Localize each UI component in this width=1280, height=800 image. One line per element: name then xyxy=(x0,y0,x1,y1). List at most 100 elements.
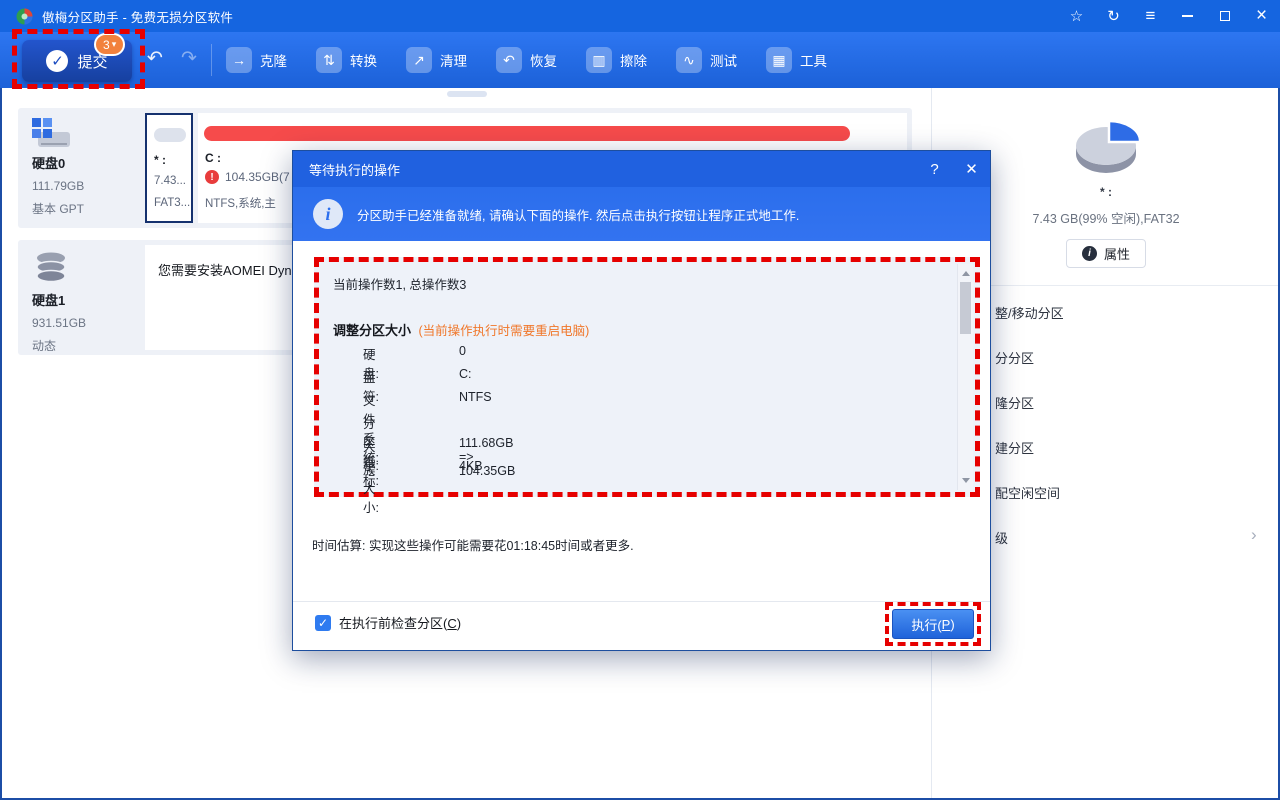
properties-button[interactable]: i 属性 xyxy=(1066,239,1146,268)
disk1-type: 动态 xyxy=(32,337,86,354)
menu-item-create-partition[interactable]: 建分区 xyxy=(995,438,1034,457)
menu-item-split-partition[interactable]: 分分区 xyxy=(995,348,1034,367)
scrollbar-thumb[interactable] xyxy=(960,282,971,334)
disk1-icon xyxy=(32,250,72,286)
menu-item-allocate-free-space[interactable]: 配空闲空间 xyxy=(995,483,1060,502)
partition-label: C : xyxy=(205,151,221,165)
close-button[interactable]: × xyxy=(1243,0,1280,32)
toolbar-label: 克隆 xyxy=(260,50,287,70)
op-row-label: 簇大小: xyxy=(363,459,379,516)
toolbar-label: 清理 xyxy=(440,50,467,70)
toolbar-separator xyxy=(211,44,212,76)
check-partition-label[interactable]: 在执行前检查分区(C) xyxy=(339,613,461,632)
disk1-name: 硬盘1 xyxy=(32,290,86,309)
toolbar-label: 转换 xyxy=(350,50,377,70)
properties-label: 属性 xyxy=(1104,244,1130,263)
toolbar-item-test[interactable]: ∿ 测试 xyxy=(676,47,737,73)
pending-operations-dialog: 等待执行的操作 ? ✕ i 分区助手已经准备就绪, 请确认下面的操作. 然后点击… xyxy=(292,150,991,651)
scrollbar[interactable] xyxy=(957,264,973,490)
toolbar-item-clone[interactable]: → 克隆 xyxy=(226,47,287,73)
op-row-value: C: xyxy=(459,367,472,381)
recover-icon: ↶ xyxy=(496,47,522,73)
check-circle-icon: ✓ xyxy=(46,50,68,72)
partition-star-selected[interactable]: * : 7.43... FAT3... xyxy=(145,113,193,223)
label-hotkey: P xyxy=(942,617,951,632)
label-hotkey: C xyxy=(447,616,456,631)
partition-c-usage-bar xyxy=(204,126,882,141)
main-area: 硬盘0 111.79GB 基本 GPT * : 7.43... FAT3... … xyxy=(2,88,1278,798)
operation-restart-note: (当前操作执行时需要重启电脑) xyxy=(419,324,590,338)
menu-item-resize-move-partition[interactable]: 整/移动分区 xyxy=(995,303,1064,322)
undo-button[interactable]: ↶ xyxy=(147,47,163,70)
badge-count: 3 xyxy=(103,38,110,52)
dialog-header[interactable]: 等待执行的操作 ? ✕ xyxy=(293,151,990,187)
warning-icon: ! xyxy=(205,170,219,184)
title-bar: 傲梅分区助手 - 免费无损分区软件 ☆ ↻ ≡ × xyxy=(0,0,1280,32)
partition-size: 104.35GB(7 xyxy=(225,170,290,184)
app-logo-icon xyxy=(16,8,33,25)
partition-size: 7.43... xyxy=(154,175,186,187)
favorite-star-icon[interactable]: ☆ xyxy=(1058,0,1095,32)
test-icon: ∿ xyxy=(676,47,702,73)
time-estimate-text: 时间估算: 实现这些操作可能需要花01:18:45时间或者更多. xyxy=(312,535,634,554)
toolbar-label: 擦除 xyxy=(620,50,647,70)
tools-icon: ▦ xyxy=(766,47,792,73)
toolbar: ✓ 提交 3 ▾ ↶ ↷ → 克隆 ⇅ 转换 ↗ 清理 ↶ 恢 xyxy=(0,32,1280,88)
toolbar-label: 恢复 xyxy=(530,50,557,70)
minimize-button[interactable] xyxy=(1169,0,1206,32)
info-icon: i xyxy=(1082,246,1097,261)
toolbar-item-clean[interactable]: ↗ 清理 xyxy=(406,47,467,73)
app-window: 傲梅分区助手 - 免费无损分区软件 ☆ ↻ ≡ × ✓ 提交 3 ▾ ↶ ↷ →… xyxy=(0,0,1280,800)
disk0-type: 基本 GPT xyxy=(32,200,84,217)
dialog-banner-text: 分区助手已经准备就绪, 请确认下面的操作. 然后点击执行按钮让程序正式地工作. xyxy=(357,205,799,224)
clone-icon: → xyxy=(226,47,252,73)
chevron-right-icon: › xyxy=(1251,525,1257,545)
disk0-size: 111.79GB xyxy=(32,179,84,193)
partition-fs: NTFS,系统,主 xyxy=(205,195,276,211)
refresh-icon[interactable]: ↻ xyxy=(1095,0,1132,32)
toolbar-item-convert[interactable]: ⇅ 转换 xyxy=(316,47,377,73)
dialog-close-button[interactable]: ✕ xyxy=(953,151,990,187)
operations-summary: 当前操作数1, 总操作数3 xyxy=(333,274,466,293)
toolbar-item-wipe[interactable]: ▥ 擦除 xyxy=(586,47,647,73)
info-circle-icon: i xyxy=(313,199,343,229)
op-row-value: NTFS xyxy=(459,390,492,404)
clean-icon: ↗ xyxy=(406,47,432,73)
dialog-help-button[interactable]: ? xyxy=(916,151,953,187)
label-part: 执行( xyxy=(911,615,941,634)
disk1-size: 931.51GB xyxy=(32,316,86,330)
operations-list[interactable]: 当前操作数1, 总操作数3 调整分区大小 (当前操作执行时需要重启电脑) 硬盘:… xyxy=(319,262,975,492)
op-row-value: 0 xyxy=(459,344,466,358)
maximize-button[interactable] xyxy=(1206,0,1243,32)
label-part: 在执行前检查分区( xyxy=(339,616,447,631)
label-part: ) xyxy=(457,616,461,631)
partition-label: * : xyxy=(154,153,166,167)
disk0-name: 硬盘0 xyxy=(32,153,84,172)
menu-icon[interactable]: ≡ xyxy=(1132,0,1169,32)
toolbar-item-recover[interactable]: ↶ 恢复 xyxy=(496,47,557,73)
panel-drag-handle[interactable] xyxy=(447,91,487,97)
operation-name: 调整分区大小 xyxy=(333,323,411,338)
pending-operations-badge[interactable]: 3 ▾ xyxy=(94,33,125,56)
toolbar-item-tools[interactable]: ▦ 工具 xyxy=(766,47,827,73)
menu-item-clone-partition[interactable]: 隆分区 xyxy=(995,393,1034,412)
op-row-value: 4KB xyxy=(459,459,483,473)
toolbar-label: 工具 xyxy=(800,50,827,70)
execute-button[interactable]: 执行(P) xyxy=(892,609,974,639)
dialog-title: 等待执行的操作 xyxy=(309,160,400,179)
redo-button[interactable]: ↷ xyxy=(181,47,197,70)
label-part: ) xyxy=(950,617,954,632)
wipe-icon: ▥ xyxy=(586,47,612,73)
operations-list-annotated: 当前操作数1, 总操作数3 调整分区大小 (当前操作执行时需要重启电脑) 硬盘:… xyxy=(314,257,980,497)
window-title: 傲梅分区助手 - 免费无损分区软件 xyxy=(42,7,233,26)
dialog-footer-divider xyxy=(293,601,990,602)
convert-icon: ⇅ xyxy=(316,47,342,73)
partition-usage-bar xyxy=(154,128,186,142)
partition-pie-chart-icon xyxy=(1069,116,1143,176)
scroll-up-arrow[interactable] xyxy=(962,271,970,276)
chevron-down-icon: ▾ xyxy=(112,39,117,50)
toolbar-label: 测试 xyxy=(710,50,737,70)
menu-item-upgrade[interactable]: 级 xyxy=(995,528,1008,547)
check-partition-checkbox[interactable]: ✓ xyxy=(315,615,331,631)
scroll-down-arrow[interactable] xyxy=(962,478,970,483)
